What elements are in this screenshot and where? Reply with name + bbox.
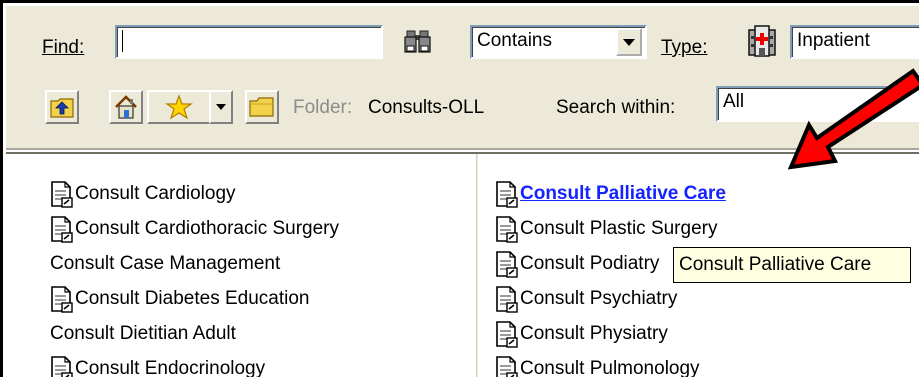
folder-icon [249,97,274,117]
order-list-item[interactable]: Consult Pulmonology [495,351,726,377]
folder-up-icon [50,98,74,118]
order-list-item[interactable]: Consult Cardiology [50,176,339,211]
match-mode-value: Contains [477,30,552,51]
order-item-label: Consult Physiatry [520,322,668,344]
order-list-item[interactable]: Consult Diabetes Education [50,281,339,316]
match-mode-dropdown-button[interactable] [616,28,642,56]
order-list-item[interactable]: Consult Cardiothoracic Surgery [50,211,339,246]
order-list-item[interactable]: Consult Plastic Surgery [495,211,726,246]
order-list-item[interactable]: Consult Dietitian Adult [50,316,339,351]
order-item-label: Consult Cardiothoracic Surgery [75,217,340,239]
order-item-label: Consult Endocrinology [75,357,266,377]
order-list-item[interactable]: Consult Physiatry [495,316,726,351]
favorites-dropdown-button[interactable] [209,90,233,124]
folder-up-button[interactable] [45,90,79,124]
annotation-arrow-icon [787,68,919,170]
order-item-label: Consult Diabetes Education [75,287,310,309]
chevron-down-icon [216,104,226,110]
order-document-icon [495,250,518,278]
text-cursor [122,29,123,52]
home-button[interactable] [109,90,143,124]
find-label: Find: [42,36,84,60]
search-within-value: All [723,91,745,112]
order-document-icon [50,285,73,313]
order-item-label: Consult Psychiatry [520,287,678,309]
order-document-icon [50,215,73,243]
order-list-item[interactable]: Consult Endocrinology [50,351,339,377]
order-document-icon [495,285,518,313]
order-document-icon [495,180,518,208]
favorites-button[interactable] [147,90,209,124]
type-label: Type: [661,36,707,60]
type-value: Inpatient [797,30,870,51]
search-within-label: Search within: [556,96,675,120]
find-input[interactable] [115,25,383,59]
order-document-icon [50,355,73,377]
order-item-label: Consult Palliative Care [520,182,726,204]
home-icon [115,95,137,119]
inpatient-building-icon [748,25,776,57]
column-separator [476,154,478,377]
left-order-column: Consult Cardiology Consult Cardiothoracic… [50,176,339,377]
order-list-item[interactable]: Consult Psychiatry [495,281,726,316]
order-item-label: Consult Dietitian Adult [50,322,236,344]
type-label-text: Type: [661,37,708,58]
star-favorites-icon [165,94,193,120]
order-item-label: Consult Podiatry [520,252,660,274]
order-item-label: Consult Plastic Surgery [520,217,718,239]
browse-folder-button[interactable] [245,90,279,124]
binoculars-search-icon[interactable] [403,29,433,55]
order-list-item[interactable]: Consult Palliative Care [495,176,726,211]
order-document-icon [495,320,518,348]
folder-value: Consults-OLL [368,97,485,118]
order-item-label: Consult Cardiology [75,182,236,204]
order-item-label: Consult Pulmonology [520,357,700,377]
orders-search-window: Find: Contains Type: Inpatient Folder: C… [0,0,919,377]
type-select[interactable]: Inpatient [790,25,919,59]
order-document-icon [495,355,518,377]
order-document-icon [50,180,73,208]
search-within-label-text: Search within: [556,97,676,118]
order-list-item[interactable]: Consult Case Management [50,246,339,281]
order-item-label: Consult Case Management [50,252,281,274]
find-label-text: Find: [42,37,85,58]
chevron-down-icon [623,38,635,46]
order-document-icon [495,215,518,243]
item-tooltip: Consult Palliative Care [673,247,911,283]
folder-label: Folder: [293,97,353,118]
